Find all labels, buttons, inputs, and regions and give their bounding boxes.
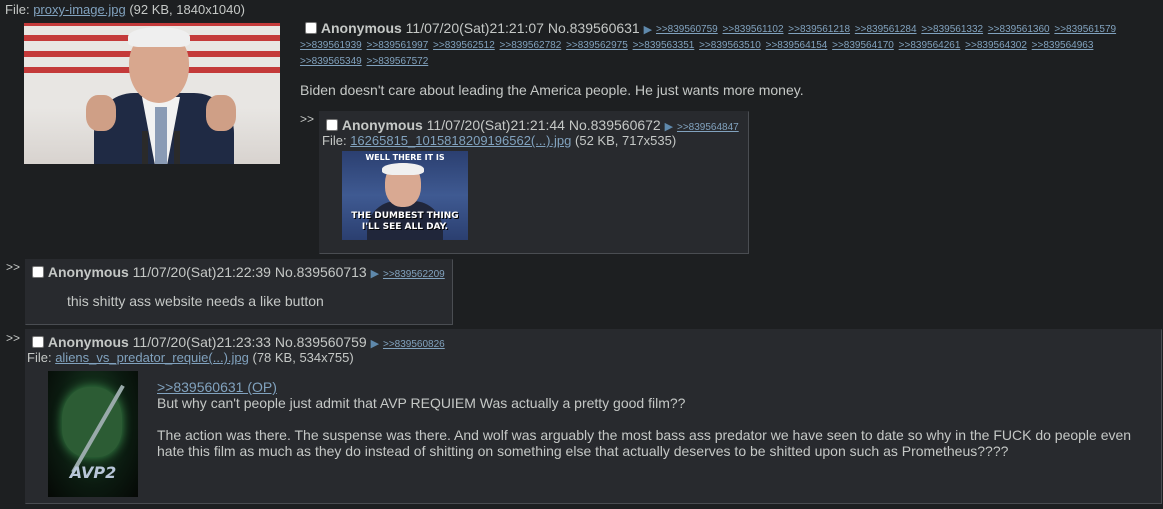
post-datetime: 11/07/20(Sat)21:22:39	[132, 264, 271, 280]
figure-hand	[86, 95, 116, 131]
quote-link[interactable]: >>839560631 (OP)	[157, 379, 277, 395]
op-post-header: Anonymous 11/07/20(Sat)21:21:07 No.83956…	[305, 20, 652, 36]
checkbox-icon[interactable]	[326, 119, 338, 131]
op-file-link[interactable]: proxy-image.jpg	[33, 2, 126, 17]
file-link[interactable]: 16265815_1015818209196562(...).jpg	[350, 133, 571, 148]
poster-name: Anonymous	[47, 264, 129, 280]
backlink[interactable]: >>839562975	[566, 40, 628, 51]
reply-post: Anonymous 11/07/20(Sat)21:23:33 No.83956…	[25, 329, 1162, 504]
backlink[interactable]: >>839562209	[383, 269, 445, 280]
backlink[interactable]: >>839564170	[832, 40, 894, 51]
reply-image[interactable]: AVP2	[48, 371, 138, 497]
backlink[interactable]: >>839561284	[855, 24, 917, 35]
backlink[interactable]: >>839560759	[656, 24, 718, 35]
reply-header: Anonymous 11/07/20(Sat)21:21:44 No.83956…	[326, 117, 739, 133]
post-datetime: 11/07/20(Sat)21:21:44	[426, 117, 565, 133]
poster-name: Anonymous	[47, 334, 129, 350]
op-file-meta: (92 KB, 1840x1040)	[129, 2, 245, 17]
play-arrow-icon[interactable]: ▶	[371, 268, 379, 280]
reply-arrows: >>	[6, 331, 21, 345]
backlink[interactable]: >>839561360	[988, 24, 1050, 35]
reply-post: Anonymous 11/07/20(Sat)21:22:39 No.83956…	[25, 259, 453, 325]
op-image[interactable]	[24, 23, 280, 164]
backlink[interactable]: >>839561997	[367, 40, 429, 51]
microphone	[142, 131, 148, 164]
flag-stripe	[24, 23, 280, 26]
microphone	[174, 131, 180, 164]
file-meta: (52 KB, 717x535)	[575, 133, 677, 148]
reply-arrows: >>	[6, 260, 21, 274]
figure-hand	[206, 95, 236, 131]
op-backlinks-row1: >>839560759 >>839561102 >>839561218 >>83…	[656, 22, 1118, 38]
reply-header: Anonymous 11/07/20(Sat)21:22:39 No.83956…	[32, 264, 445, 280]
backlink[interactable]: >>839560826	[383, 339, 445, 350]
op-message: Biden doesn't care about leading the Ame…	[300, 82, 804, 98]
backlink[interactable]: >>839567572	[367, 56, 429, 67]
figure-hair	[128, 27, 190, 47]
backlink[interactable]: >>839564963	[1032, 40, 1094, 51]
backlink[interactable]: >>839564302	[965, 40, 1027, 51]
post-datetime: 11/07/20(Sat)21:21:07	[405, 20, 544, 36]
backlink[interactable]: >>839564261	[899, 40, 961, 51]
play-arrow-icon[interactable]: ▶	[371, 338, 379, 350]
op-file-info: File: proxy-image.jpg (92 KB, 1840x1040)	[5, 2, 245, 17]
file-meta: (78 KB, 534x755)	[252, 350, 354, 365]
op-backlinks-row2: >>839561939 >>839561997 >>839562512 >>83…	[300, 38, 1095, 54]
figure-tie	[155, 107, 167, 164]
post-datetime: 11/07/20(Sat)21:23:33	[132, 334, 271, 350]
backlink[interactable]: >>839561102	[723, 24, 784, 35]
reply-body: >>839560631 (OP) But why can't people ju…	[157, 379, 1147, 459]
reply-post: Anonymous 11/07/20(Sat)21:21:44 No.83956…	[319, 111, 749, 254]
backlink[interactable]: >>839561939	[300, 40, 362, 51]
backlink[interactable]: >>839563510	[699, 40, 761, 51]
op-backlinks-row3: >>839565349 >>839567572	[300, 54, 430, 70]
backlink[interactable]: >>839564847	[677, 122, 739, 133]
backlink[interactable]: >>839561332	[921, 24, 983, 35]
play-arrow-icon[interactable]: ▶	[644, 24, 652, 36]
backlink[interactable]: >>839563351	[633, 40, 695, 51]
reply-message: this shitty ass website needs a like but…	[67, 293, 324, 309]
backlink[interactable]: >>839561579	[1054, 24, 1116, 35]
checkbox-icon[interactable]	[305, 22, 317, 34]
file-label: File:	[322, 133, 347, 148]
figure-hair	[382, 163, 424, 175]
backlink[interactable]: >>839565349	[300, 56, 362, 67]
play-arrow-icon[interactable]: ▶	[665, 121, 673, 133]
image-caption-bottom: THE DUMBEST THING I'LL SEE ALL DAY.	[351, 211, 459, 232]
reply-line: The action was there. The suspense was t…	[157, 427, 1132, 459]
checkbox-icon[interactable]	[32, 336, 44, 348]
poster-logo: AVP2	[69, 463, 117, 482]
poster-name: Anonymous	[341, 117, 423, 133]
reply-header: Anonymous 11/07/20(Sat)21:23:33 No.83956…	[32, 334, 445, 350]
backlink[interactable]: >>839564154	[766, 40, 828, 51]
file-label: File:	[27, 350, 52, 365]
poster-name: Anonymous	[320, 20, 402, 36]
checkbox-icon[interactable]	[32, 266, 44, 278]
reply-file-info: File: aliens_vs_predator_requie(...).jpg…	[27, 350, 354, 365]
post-number[interactable]: No.839560672	[569, 117, 661, 133]
backlink[interactable]: >>839562512	[433, 40, 495, 51]
post-number[interactable]: No.839560759	[275, 334, 367, 350]
image-caption-top: WELL THERE IT IS	[365, 153, 445, 162]
op-file-label: File:	[5, 2, 30, 17]
post-number[interactable]: No.839560713	[275, 264, 367, 280]
backlink[interactable]: >>839562782	[500, 40, 562, 51]
reply-line: But why can't people just admit that AVP…	[157, 395, 686, 411]
post-number[interactable]: No.839560631	[548, 20, 640, 36]
reply-arrows: >>	[300, 112, 315, 126]
reply-file-info: File: 16265815_1015818209196562(...).jpg…	[322, 133, 676, 148]
backlink[interactable]: >>839561218	[788, 24, 850, 35]
reply-image[interactable]: WELL THERE IT IS THE DUMBEST THING I'LL …	[342, 151, 468, 240]
file-link[interactable]: aliens_vs_predator_requie(...).jpg	[55, 350, 249, 365]
